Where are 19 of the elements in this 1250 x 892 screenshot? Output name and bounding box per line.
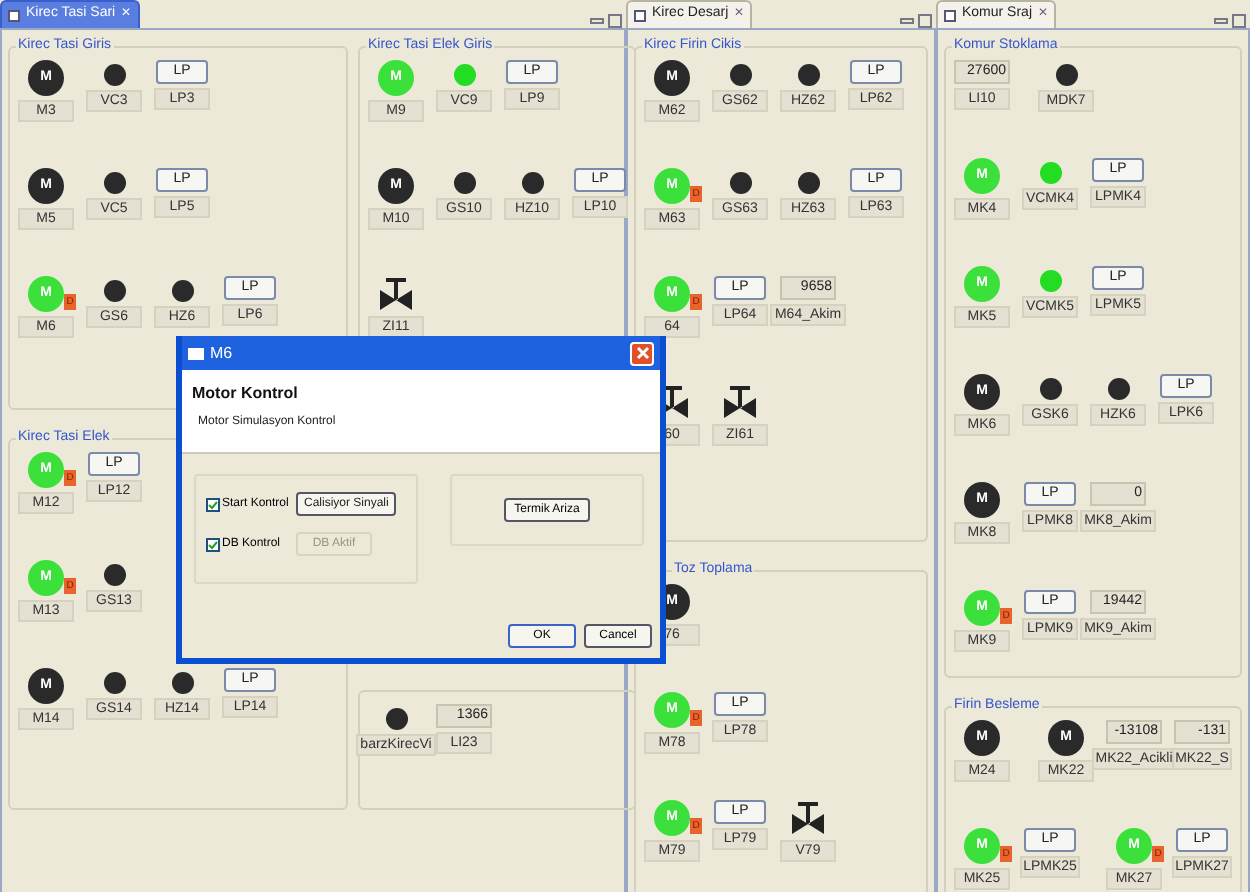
valve-icon: [722, 384, 758, 420]
check-icon: [208, 539, 218, 549]
view-icon: [8, 9, 20, 21]
close-button[interactable]: [630, 341, 654, 365]
maximize-icon[interactable]: [1232, 14, 1246, 28]
valve-icon: [378, 276, 414, 312]
minimize-icon[interactable]: [1214, 14, 1228, 28]
close-icon: [635, 346, 649, 360]
maximize-icon[interactable]: [608, 14, 622, 28]
check-icon: [208, 499, 218, 509]
window-icon: [188, 347, 204, 359]
view-icon: [634, 9, 646, 21]
valve-icon: [790, 800, 826, 836]
view-icon: [944, 9, 956, 21]
minimize-icon[interactable]: [590, 14, 604, 28]
dialog-title: M6: [210, 341, 233, 365]
maximize-icon[interactable]: [918, 14, 932, 28]
dialog-heading: Motor Kontrol: [192, 382, 300, 406]
minimize-icon[interactable]: [900, 14, 914, 28]
